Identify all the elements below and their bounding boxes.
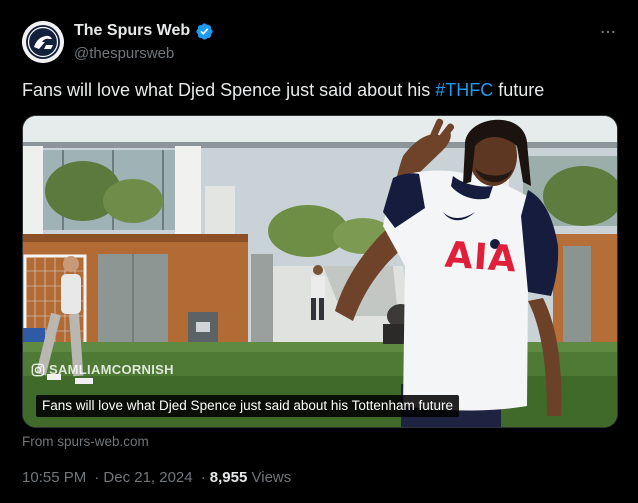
instagram-icon: [31, 363, 45, 377]
tweet-date[interactable]: Dec 21, 2024: [103, 469, 192, 486]
tweet-author: The Spurs Web @thespursweb: [74, 21, 214, 64]
tweet-card: The Spurs Web @thespursweb Fans will lov…: [0, 0, 638, 503]
views-label: Views: [251, 469, 292, 486]
tweet-text: Fans will love what Djed Spence just sai…: [22, 78, 618, 102]
views-count[interactable]: 8,955: [210, 469, 248, 486]
hashtag-link[interactable]: #THFC: [435, 80, 493, 100]
link-source[interactable]: From spurs-web.com: [22, 434, 149, 449]
tweet-media-video[interactable]: AIA SAMLIAMCORNISH Fans will love what D…: [22, 115, 618, 428]
tweet-time[interactable]: 10:55 PM: [22, 469, 86, 486]
media-caption: Fans will love what Djed Spence just sai…: [36, 395, 459, 417]
spurs-web-logo-icon: [22, 21, 64, 63]
tweet-meta: 10:55 PM · Dec 21, 2024 · 8,955 Views: [22, 469, 291, 486]
tweet-text-tail: future: [493, 80, 545, 100]
watermark-text: SAMLIAMCORNISH: [49, 362, 174, 377]
media-photo: [23, 116, 617, 427]
tweet-text-body: Fans will love what Djed Spence just sai…: [22, 80, 436, 100]
author-display-name[interactable]: The Spurs Web: [74, 21, 190, 41]
meta-separator: ·: [94, 469, 100, 486]
verified-badge-icon[interactable]: [195, 22, 214, 41]
shirt-sponsor-text: AIA: [443, 234, 519, 281]
author-handle[interactable]: @thespursweb: [74, 44, 214, 64]
media-watermark: SAMLIAMCORNISH: [31, 362, 174, 377]
more-options-icon[interactable]: [598, 22, 618, 42]
avatar[interactable]: [22, 21, 64, 63]
meta-separator: ·: [200, 469, 206, 486]
